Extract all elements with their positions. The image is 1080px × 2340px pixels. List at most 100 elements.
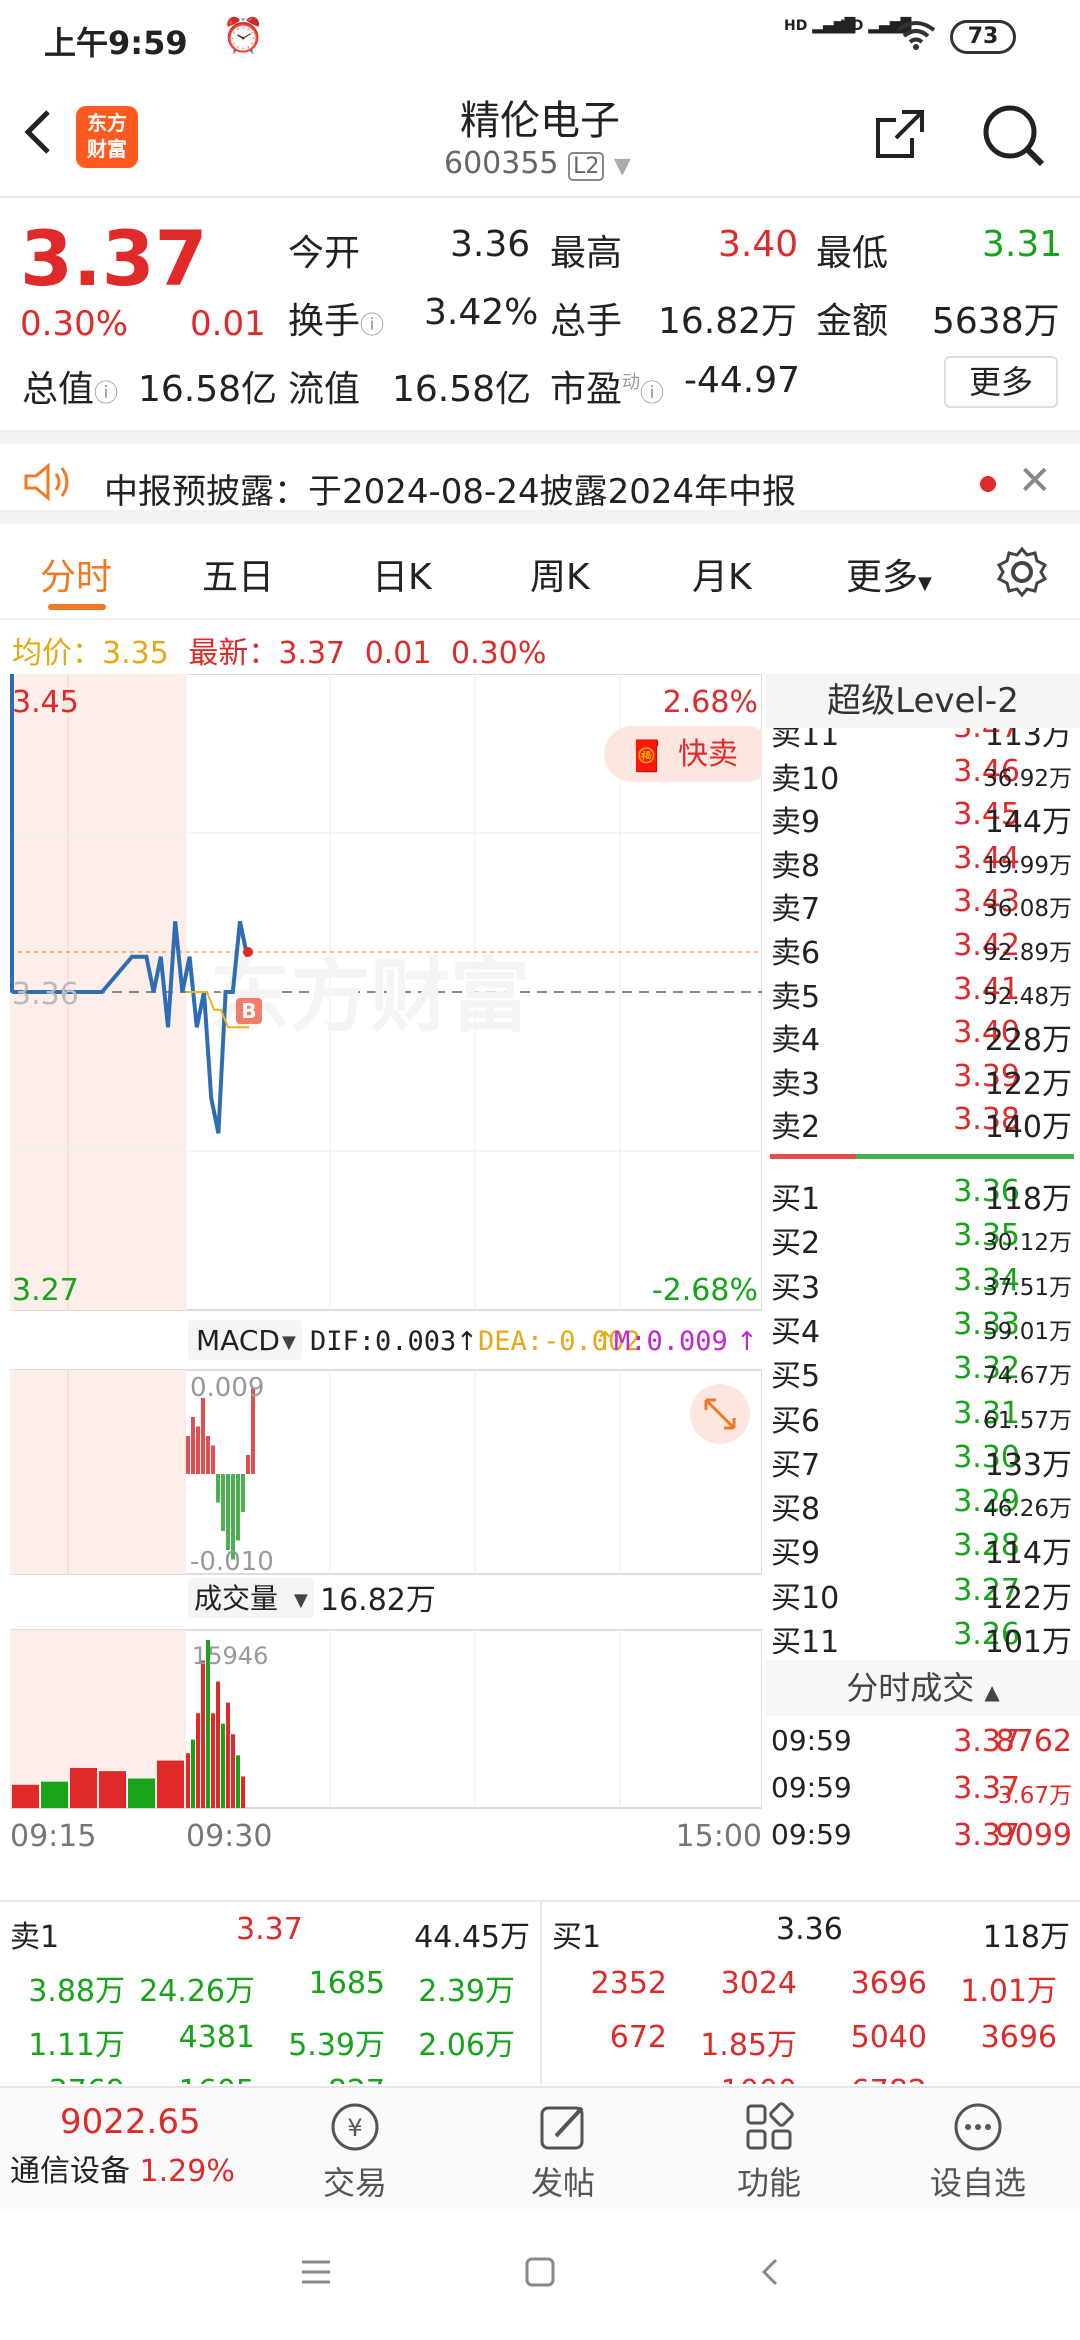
volume-label: 总手 bbox=[550, 301, 623, 342]
queue-order: 5.39万 bbox=[288, 2028, 385, 2063]
bid-level[interactable]: 买8 3.29 46.26万 bbox=[766, 1480, 1080, 1527]
ask-level[interactable]: 卖8 3.44 19.99万 bbox=[766, 837, 1080, 884]
tab-more[interactable]: 更多▼ bbox=[846, 548, 932, 600]
nav-add-watchlist[interactable]: 设自选 bbox=[918, 2100, 1038, 2204]
alarm-icon: ⏰ bbox=[222, 16, 265, 56]
search-icon[interactable] bbox=[980, 102, 1046, 172]
volume-bar bbox=[201, 1660, 205, 1808]
close-icon[interactable]: ✕ bbox=[1018, 458, 1052, 504]
ask-level-volume: 92.89万 bbox=[983, 940, 1072, 966]
settings-icon[interactable] bbox=[996, 546, 1048, 602]
more-button[interactable]: 更多 bbox=[944, 356, 1058, 408]
share-icon[interactable] bbox=[872, 106, 928, 166]
latest-value: 3.37 bbox=[278, 636, 346, 671]
queue-order: 1000 bbox=[672, 2074, 797, 2084]
volume-bar bbox=[216, 1681, 220, 1808]
bid-level[interactable]: 买6 3.31 61.57万 bbox=[766, 1392, 1080, 1439]
quick-sell-label: 快卖 bbox=[678, 737, 738, 772]
bid-level-volume: 101万 bbox=[984, 1625, 1072, 1654]
bid-level[interactable]: 买2 3.35 30.12万 bbox=[766, 1214, 1080, 1261]
stock-code[interactable]: 600355 L2 ▼ bbox=[444, 146, 631, 181]
trade-volume: 8762 bbox=[995, 1724, 1072, 1759]
ask-level[interactable]: 卖5 3.41 52.48万 bbox=[766, 968, 1080, 1015]
bid-level[interactable]: 买5 3.32 74.67万 bbox=[766, 1347, 1080, 1394]
trades-header[interactable]: 分时成交 ▲ bbox=[766, 1660, 1080, 1716]
queue-order: 1.11万 bbox=[28, 2028, 125, 2063]
volume-bar bbox=[157, 1760, 184, 1808]
ask-level[interactable]: 卖4 3.40 228万 bbox=[766, 1011, 1080, 1058]
bid-level[interactable]: 买10 3.27 122万 bbox=[766, 1569, 1080, 1616]
bid-level[interactable]: 买11 3.26 101万 bbox=[766, 1613, 1080, 1654]
macd-bar bbox=[191, 1417, 195, 1474]
ask-level[interactable]: 卖9 3.45 144万 bbox=[766, 793, 1080, 840]
nav-trade-label: 交易 bbox=[322, 2164, 387, 2202]
queue-order: 1.01万 bbox=[960, 1974, 1057, 2009]
bid-level[interactable]: 买9 3.28 114万 bbox=[766, 1524, 1080, 1571]
ask-level[interactable]: 卖6 3.42 92.89万 bbox=[766, 924, 1080, 971]
latest-dot bbox=[243, 947, 253, 957]
notice-text: 中报预披露：于2024-08-24披露2024年中报 bbox=[104, 472, 797, 512]
volume-bar bbox=[211, 1713, 215, 1808]
change-value: 0.01 bbox=[190, 304, 266, 344]
trade-row: 09:59 3.37 9099 bbox=[766, 1814, 1080, 1858]
expand-icon[interactable] bbox=[690, 1384, 750, 1444]
y-axis-low: 3.27 bbox=[12, 1273, 79, 1308]
queue-order: 3.88万 bbox=[28, 1974, 125, 2009]
bid-level[interactable]: 买1 3.36 118万 bbox=[766, 1170, 1080, 1217]
bid-level[interactable]: 买3 3.34 37.51万 bbox=[766, 1259, 1080, 1306]
bid-level-volume: 118万 bbox=[984, 1182, 1072, 1217]
nav-post[interactable]: 发帖 bbox=[508, 2100, 618, 2204]
ask-level[interactable]: 卖2 3.38 140万 bbox=[766, 1098, 1080, 1145]
macd-bar bbox=[211, 1445, 215, 1474]
trade-time: 09:59 bbox=[771, 1724, 852, 1757]
trades-title: 分时成交 bbox=[846, 1669, 975, 1707]
grid-icon bbox=[746, 2102, 794, 2150]
level2-title[interactable]: 超级Level-2 bbox=[766, 674, 1080, 728]
notice-bar[interactable]: 中报预披露：于2024-08-24披露2024年中报 ✕ bbox=[0, 430, 1080, 524]
menu-icon[interactable] bbox=[298, 2254, 334, 2294]
bottom-nav: 9022.65 通信设备 1.29% ¥ 交易 发帖 功能 设自选 bbox=[0, 2086, 1080, 2212]
tab-monthly-k[interactable]: 月K bbox=[692, 548, 752, 600]
y-axis-high: 3.45 bbox=[12, 685, 79, 720]
ask-bid-ratio-red bbox=[770, 1154, 856, 1159]
volume-bar bbox=[70, 1767, 97, 1808]
nav-trade[interactable]: ¥ 交易 bbox=[300, 2100, 410, 2204]
bid-level[interactable]: 买4 3.33 59.01万 bbox=[766, 1303, 1080, 1350]
intraday-chart[interactable]: 东方财富 B 3.45 3.36 3.27 2.68% -2.68% 🧧 快卖 … bbox=[9, 673, 774, 1854]
tab-intraday[interactable]: 分时 bbox=[40, 548, 112, 600]
bid-level-label: 买4 bbox=[771, 1314, 821, 1350]
unread-dot bbox=[980, 476, 996, 492]
stock-header: 东方 财富 精伦电子 600355 L2 ▼ bbox=[0, 80, 1080, 198]
ask-level[interactable]: 卖13.3744.45万 bbox=[766, 1142, 1080, 1146]
queue-order: 1.85万 bbox=[700, 2028, 797, 2063]
low-label: 最低 bbox=[816, 233, 889, 274]
high-label: 最高 bbox=[550, 233, 623, 274]
ask-level[interactable]: 卖3 3.39 122万 bbox=[766, 1055, 1080, 1102]
volume-header: 成交量 ▼ 16.82万 bbox=[188, 1578, 436, 1618]
bid-level-label: 买5 bbox=[771, 1359, 821, 1395]
mcap-label[interactable]: 总值ⓘ bbox=[22, 360, 118, 412]
turnover-label[interactable]: 换手ⓘ bbox=[288, 292, 384, 344]
tab-weekly-k[interactable]: 周K bbox=[530, 548, 590, 600]
ask-level[interactable]: 卖7 3.43 36.08万 bbox=[766, 880, 1080, 927]
bid-book: 买1 3.36 118万 买2 3.35 30.12万 买3 3.34 37.51万 买4 3.33… bbox=[766, 1164, 1080, 1654]
tab-five-day[interactable]: 五日 bbox=[202, 548, 274, 600]
back-nav-icon[interactable] bbox=[752, 2254, 788, 2294]
dropdown-icon: ▼ bbox=[613, 154, 631, 179]
dropdown-icon: ▼ bbox=[918, 573, 932, 594]
queue-order: 2352 bbox=[590, 1966, 667, 2001]
ask-level[interactable]: 卖10 3.46 36.92万 bbox=[766, 750, 1080, 797]
latest-change: 0.01 bbox=[364, 636, 432, 671]
buy1-queue: 2352 3024 3696 1.01万 672 1.85万 5040 3696 1.04万 10… bbox=[542, 1962, 1080, 2084]
index-widget[interactable]: 9022.65 通信设备 1.29% bbox=[10, 2102, 260, 2190]
bid-level[interactable]: 买7 3.30 133万 bbox=[766, 1436, 1080, 1483]
pe-label[interactable]: 市盈动ⓘ bbox=[550, 360, 664, 412]
tab-daily-k[interactable]: 日K bbox=[372, 548, 432, 600]
speaker-icon bbox=[22, 462, 72, 506]
ask-level[interactable]: 卖113.47113万 bbox=[766, 728, 1080, 753]
home-icon[interactable] bbox=[522, 2254, 558, 2294]
quick-sell-button[interactable]: 🧧 快卖 bbox=[604, 726, 774, 782]
float-value: 16.58亿 bbox=[392, 369, 532, 410]
nav-function[interactable]: 功能 bbox=[714, 2100, 824, 2204]
macd-bar bbox=[241, 1474, 245, 1512]
